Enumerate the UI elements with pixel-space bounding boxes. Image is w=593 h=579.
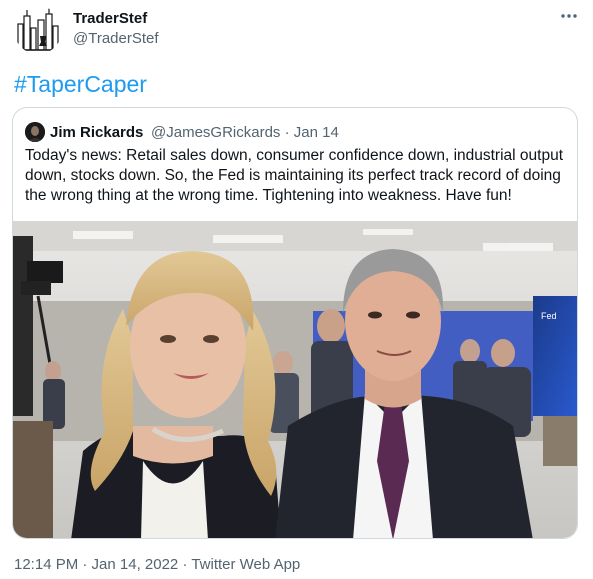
quoted-tweet-card[interactable]: Jim Rickards @JamesGRickards · Jan 14 To… — [12, 107, 578, 539]
author-name[interactable]: TraderStef — [73, 10, 147, 27]
more-options-icon[interactable] — [558, 6, 580, 26]
author-avatar[interactable] — [14, 6, 62, 54]
quoted-author-name[interactable]: Jim Rickards — [50, 124, 143, 141]
quoted-author-meta[interactable]: @JamesGRickards · Jan 14 — [151, 124, 339, 141]
more-dots-glyph — [561, 14, 577, 18]
screen-fed-text: Fed — [541, 311, 557, 321]
quoted-author-avatar[interactable] — [25, 122, 45, 142]
author-handle[interactable]: @TraderStef — [73, 30, 159, 47]
hashtag-link[interactable]: #TaperCaper — [14, 71, 147, 98]
tweet-timestamp[interactable]: 12:14 PM · Jan 14, 2022 · Twitter Web Ap… — [14, 556, 300, 573]
quoted-tweet-text: Today's news: Retail sales down, consume… — [25, 147, 564, 204]
tweet: TraderStef @TraderStef #TaperCaper Jim R… — [0, 0, 593, 579]
quoted-tweet-photo[interactable]: Fed — [13, 221, 578, 539]
profile-photo-icon — [25, 122, 45, 142]
city-skyline-avatar-icon — [14, 6, 62, 54]
